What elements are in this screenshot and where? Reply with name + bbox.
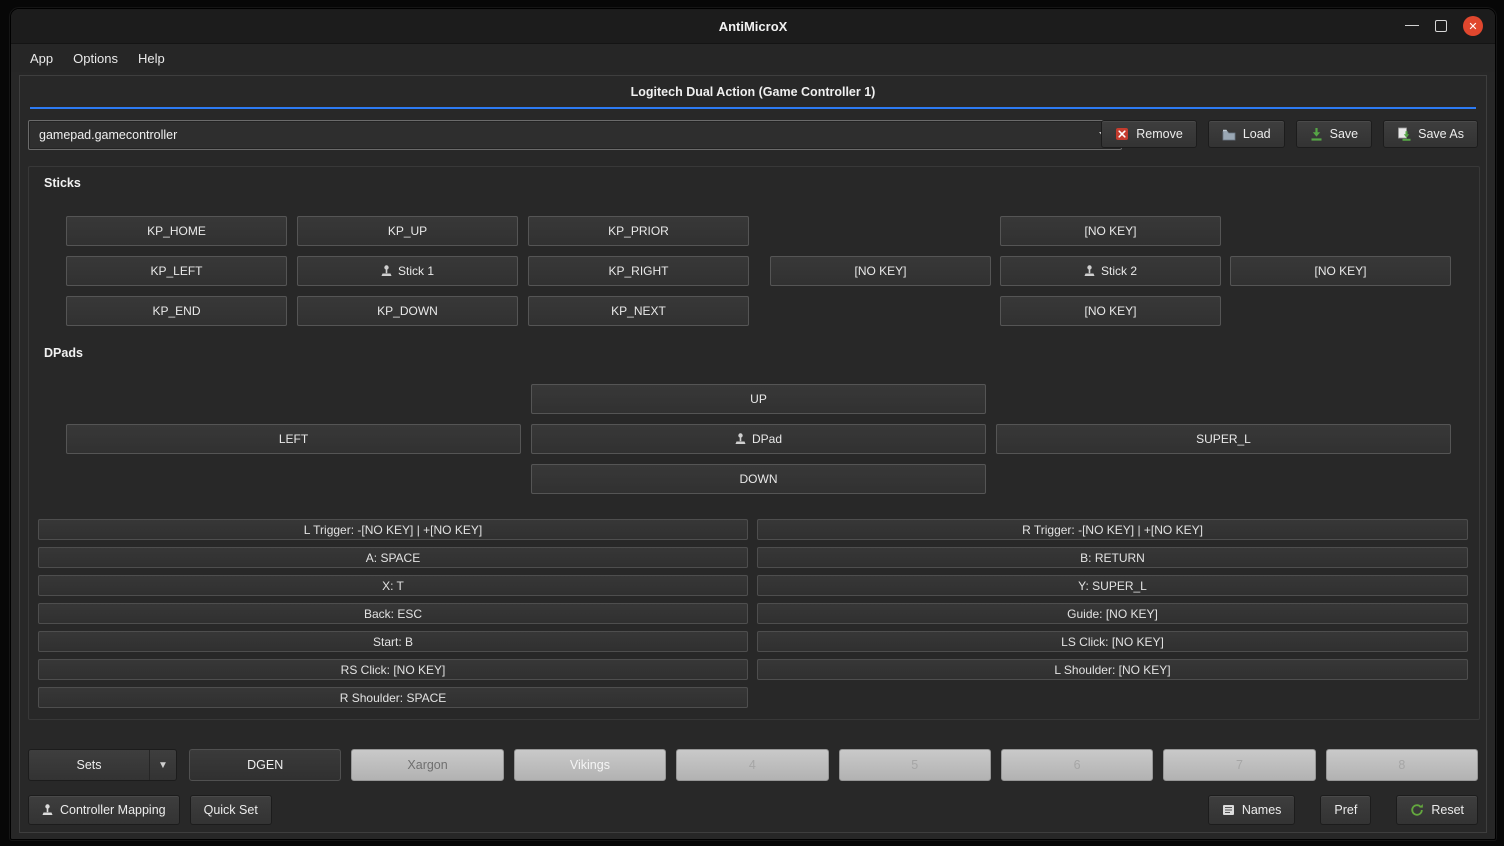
l-shoulder-button[interactable]: L Shoulder: [NO KEY] <box>757 659 1468 680</box>
stick1-label: Stick 1 <box>398 264 434 278</box>
quick-set-label: Quick Set <box>204 803 258 817</box>
stick2-left-button[interactable]: [NO KEY] <box>770 256 991 286</box>
save-as-icon <box>1397 127 1411 141</box>
antimicrox-window: AntiMicroX — ✕ App Options Help Logitech… <box>10 8 1496 840</box>
stick1-right-button[interactable]: KP_RIGHT <box>528 256 749 286</box>
window-controls: — ✕ <box>1405 9 1483 43</box>
stick1-up-right-button[interactable]: KP_PRIOR <box>528 216 749 246</box>
load-profile-button[interactable]: Load <box>1208 120 1285 148</box>
dpad-up-button[interactable]: UP <box>531 384 986 414</box>
sets-row: Sets ▼ DGEN Xargon Vikings 4 5 6 7 8 <box>28 749 1478 781</box>
trigger-l-button[interactable]: L Trigger: -[NO KEY] | +[NO KEY] <box>38 519 748 540</box>
dpad-right-button[interactable]: SUPER_L <box>996 424 1451 454</box>
footer-right-group: Names Pref Reset <box>1208 795 1478 825</box>
close-icon[interactable]: ✕ <box>1463 16 1483 36</box>
dpad-left-button[interactable]: LEFT <box>66 424 521 454</box>
footer-left-group: Controller Mapping Quick Set <box>28 795 272 825</box>
rs-click-button[interactable]: RS Click: [NO KEY] <box>38 659 748 680</box>
set-tab-6[interactable]: 6 <box>1001 749 1153 781</box>
menu-app[interactable]: App <box>21 48 62 69</box>
controller-tab-underline <box>30 107 1476 109</box>
sets-dropdown-label: Sets <box>29 750 149 780</box>
set-tab-dgen[interactable]: DGEN <box>189 749 341 781</box>
remove-icon <box>1115 127 1129 141</box>
stick2-down-button[interactable]: [NO KEY] <box>1000 296 1221 326</box>
set-tab-4[interactable]: 4 <box>676 749 828 781</box>
save-as-profile-label: Save As <box>1418 127 1464 141</box>
dpad-center-button[interactable]: DPad <box>531 424 986 454</box>
button-y[interactable]: Y: SUPER_L <box>757 575 1468 596</box>
controller-mapping-label: Controller Mapping <box>60 803 166 817</box>
button-guide[interactable]: Guide: [NO KEY] <box>757 603 1468 624</box>
stick1-left-button[interactable]: KP_LEFT <box>66 256 287 286</box>
save-icon <box>1310 127 1323 141</box>
remove-profile-label: Remove <box>1136 127 1183 141</box>
button-x[interactable]: X: T <box>38 575 748 596</box>
menu-options[interactable]: Options <box>64 48 127 69</box>
stick2-right-button[interactable]: [NO KEY] <box>1230 256 1451 286</box>
stick2-center-button[interactable]: Stick 2 <box>1000 256 1221 286</box>
menu-help[interactable]: Help <box>129 48 174 69</box>
set-tab-7[interactable]: 7 <box>1163 749 1315 781</box>
pref-button[interactable]: Pref <box>1320 795 1371 825</box>
save-profile-label: Save <box>1330 127 1359 141</box>
stick1-down-button[interactable]: KP_DOWN <box>297 296 518 326</box>
dpad-label: DPad <box>752 432 782 446</box>
joystick-icon <box>381 265 392 277</box>
menu-bar: App Options Help <box>11 44 1495 72</box>
controller-tab-title: Logitech Dual Action (Game Controller 1) <box>20 85 1486 99</box>
dpad-down-button[interactable]: DOWN <box>531 464 986 494</box>
button-b[interactable]: B: RETURN <box>757 547 1468 568</box>
maximize-icon[interactable] <box>1435 20 1447 32</box>
footer-bar: Controller Mapping Quick Set Names Pref … <box>28 795 1478 825</box>
reset-button[interactable]: Reset <box>1396 795 1478 825</box>
set-tab-xargon[interactable]: Xargon <box>351 749 503 781</box>
joystick-icon <box>1084 265 1095 277</box>
quick-set-button[interactable]: Quick Set <box>190 795 272 825</box>
names-button[interactable]: Names <box>1208 795 1296 825</box>
stick1-center-button[interactable]: Stick 1 <box>297 256 518 286</box>
reset-label: Reset <box>1431 803 1464 817</box>
profile-combobox[interactable]: gamepad.gamecontroller <box>28 120 1122 150</box>
button-start[interactable]: Start: B <box>38 631 748 652</box>
stick1-up-left-button[interactable]: KP_HOME <box>66 216 287 246</box>
controller-mapping-button[interactable]: Controller Mapping <box>28 795 180 825</box>
ls-click-button[interactable]: LS Click: [NO KEY] <box>757 631 1468 652</box>
titlebar[interactable]: AntiMicroX — ✕ <box>11 9 1495 44</box>
r-shoulder-button[interactable]: R Shoulder: SPACE <box>38 687 748 708</box>
profile-actions: Remove Load Save Save As <box>1101 120 1478 148</box>
remove-profile-button[interactable]: Remove <box>1101 120 1197 148</box>
names-label: Names <box>1242 803 1282 817</box>
sticks-section-label: Sticks <box>44 176 81 190</box>
set-tab-5[interactable]: 5 <box>839 749 991 781</box>
stick2-label: Stick 2 <box>1101 264 1137 278</box>
button-back[interactable]: Back: ESC <box>38 603 748 624</box>
profile-combobox-value: gamepad.gamecontroller <box>39 128 1099 142</box>
button-a[interactable]: A: SPACE <box>38 547 748 568</box>
gamepad-icon <box>42 804 53 816</box>
pref-label: Pref <box>1334 803 1357 817</box>
stick1-down-left-button[interactable]: KP_END <box>66 296 287 326</box>
minimize-icon[interactable]: — <box>1405 16 1419 32</box>
stick2-up-button[interactable]: [NO KEY] <box>1000 216 1221 246</box>
save-profile-button[interactable]: Save <box>1296 120 1373 148</box>
joystick-icon <box>735 433 746 445</box>
set-tab-8[interactable]: 8 <box>1326 749 1478 781</box>
stick1-down-right-button[interactable]: KP_NEXT <box>528 296 749 326</box>
reset-icon <box>1410 803 1424 817</box>
load-icon <box>1222 128 1236 141</box>
trigger-r-button[interactable]: R Trigger: -[NO KEY] | +[NO KEY] <box>757 519 1468 540</box>
window-title: AntiMicroX <box>719 19 788 34</box>
chevron-down-icon: ▼ <box>149 750 176 780</box>
save-as-profile-button[interactable]: Save As <box>1383 120 1478 148</box>
load-profile-label: Load <box>1243 127 1271 141</box>
sets-dropdown[interactable]: Sets ▼ <box>28 749 177 781</box>
stick1-up-button[interactable]: KP_UP <box>297 216 518 246</box>
set-tab-vikings[interactable]: Vikings <box>514 749 666 781</box>
dpads-section-label: DPads <box>44 346 83 360</box>
list-icon <box>1222 804 1235 816</box>
main-panel: Logitech Dual Action (Game Controller 1)… <box>19 75 1487 833</box>
